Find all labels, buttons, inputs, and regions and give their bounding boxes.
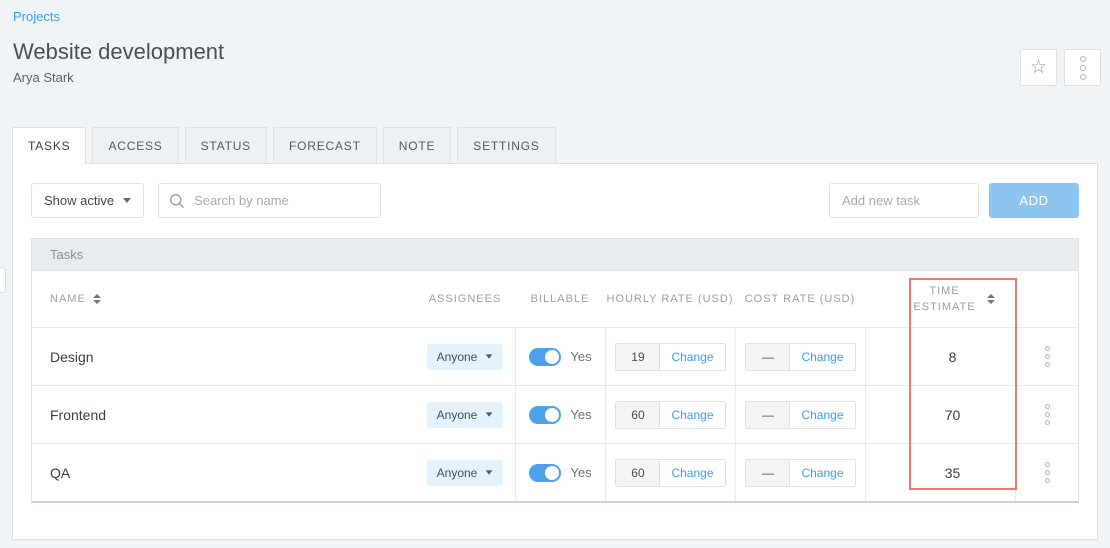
kebab-icon xyxy=(1080,56,1086,80)
row-menu-button[interactable] xyxy=(1015,444,1078,501)
column-header-assignees: ASSIGNEES xyxy=(415,271,515,327)
search-icon xyxy=(169,193,185,209)
tab-bar: TASKS ACCESS STATUS FORECAST NOTE SETTIN… xyxy=(12,127,1110,163)
hourly-rate-cell: 60 Change xyxy=(605,444,735,501)
billable-cell: Yes xyxy=(515,444,605,501)
cost-rate-value[interactable]: — xyxy=(746,344,790,370)
row-menu-button[interactable] xyxy=(1015,386,1078,443)
table-group-header: Tasks xyxy=(32,239,1078,271)
breadcrumb-projects-link[interactable]: Projects xyxy=(13,9,60,24)
cost-rate-cell: — Change xyxy=(735,328,865,385)
task-name: Frontend xyxy=(32,386,415,443)
hourly-rate-value[interactable]: 19 xyxy=(616,344,660,370)
task-name: Design xyxy=(32,328,415,385)
cost-rate-cell: — Change xyxy=(735,444,865,501)
add-task-input[interactable] xyxy=(829,183,979,218)
time-estimate-value: 70 xyxy=(865,386,1015,443)
project-menu-button[interactable] xyxy=(1064,49,1101,86)
cost-rate-change-button[interactable]: Change xyxy=(790,344,854,370)
column-header-hourly-rate: HOURLY RATE (USD) xyxy=(605,271,735,327)
header-actions: ☆ xyxy=(1020,49,1101,86)
time-estimate-value: 35 xyxy=(865,444,1015,501)
billable-label: Yes xyxy=(570,407,591,422)
show-active-dropdown[interactable]: Show active xyxy=(31,183,144,218)
billable-toggle[interactable] xyxy=(529,406,561,424)
billable-cell: Yes xyxy=(515,328,605,385)
favorite-button[interactable]: ☆ xyxy=(1020,49,1057,86)
kebab-icon xyxy=(1045,404,1050,425)
cost-rate-value[interactable]: — xyxy=(746,460,790,486)
column-header-cost-rate: COST RATE (USD) xyxy=(735,271,865,327)
tab-tasks[interactable]: TASKS xyxy=(12,127,86,164)
table-row: QA Anyone Yes 60 Change — Ch xyxy=(32,443,1078,501)
hourly-rate-cell: 60 Change xyxy=(605,386,735,443)
kebab-icon xyxy=(1045,462,1050,483)
time-estimate-value: 8 xyxy=(865,328,1015,385)
kebab-icon xyxy=(1045,346,1050,367)
billable-toggle[interactable] xyxy=(529,464,561,482)
billable-cell: Yes xyxy=(515,386,605,443)
chevron-down-icon xyxy=(486,354,493,358)
show-active-label: Show active xyxy=(44,193,114,208)
sort-icon xyxy=(93,294,101,304)
project-owner: Arya Stark xyxy=(13,70,1110,85)
tab-note[interactable]: NOTE xyxy=(383,127,452,163)
assignees-cell: Anyone xyxy=(415,328,515,385)
assignees-cell: Anyone xyxy=(415,444,515,501)
table-header-row: NAME ASSIGNEES BILLABLE HOURLY RATE (USD… xyxy=(32,271,1078,327)
assignee-dropdown[interactable]: Anyone xyxy=(427,344,504,370)
billable-label: Yes xyxy=(570,349,591,364)
task-name: QA xyxy=(32,444,415,501)
cost-rate-cell: — Change xyxy=(735,386,865,443)
billable-toggle[interactable] xyxy=(529,348,561,366)
tab-status[interactable]: STATUS xyxy=(185,127,267,163)
table-row: Frontend Anyone Yes 60 Change — xyxy=(32,385,1078,443)
chevron-down-icon xyxy=(486,470,493,474)
edge-notch xyxy=(0,267,6,293)
table-row: Design Anyone Yes 19 Change — xyxy=(32,327,1078,385)
hourly-rate-cell: 19 Change xyxy=(605,328,735,385)
assignee-dropdown[interactable]: Anyone xyxy=(427,460,504,486)
add-task-button[interactable]: ADD xyxy=(989,183,1079,218)
page-title: Website development xyxy=(13,39,1110,65)
cost-rate-change-button[interactable]: Change xyxy=(790,460,854,486)
hourly-rate-value[interactable]: 60 xyxy=(616,460,660,486)
row-menu-button[interactable] xyxy=(1015,328,1078,385)
hourly-rate-change-button[interactable]: Change xyxy=(660,402,724,428)
search-box xyxy=(158,183,381,218)
tab-access[interactable]: ACCESS xyxy=(92,127,178,163)
column-header-billable: BILLABLE xyxy=(515,271,605,327)
sort-icon xyxy=(987,294,995,304)
hourly-rate-value[interactable]: 60 xyxy=(616,402,660,428)
tab-settings[interactable]: SETTINGS xyxy=(457,127,555,163)
hourly-rate-change-button[interactable]: Change xyxy=(660,460,724,486)
chevron-down-icon xyxy=(123,198,131,203)
column-header-time-estimate[interactable]: TIME ESTIMATE xyxy=(865,271,1015,327)
tab-forecast[interactable]: FORECAST xyxy=(273,127,377,163)
cost-rate-value[interactable]: — xyxy=(746,402,790,428)
chevron-down-icon xyxy=(486,412,493,416)
star-icon: ☆ xyxy=(1030,58,1047,77)
tasks-table: Tasks NAME ASSIGNEES BILLABLE HOURLY RAT… xyxy=(31,238,1079,503)
column-header-actions xyxy=(1015,271,1078,327)
tasks-panel: Show active ADD Tasks NAME ASSIGNEES BIL… xyxy=(12,163,1098,540)
assignees-cell: Anyone xyxy=(415,386,515,443)
billable-label: Yes xyxy=(570,465,591,480)
cost-rate-change-button[interactable]: Change xyxy=(790,402,854,428)
assignee-dropdown[interactable]: Anyone xyxy=(427,402,504,428)
toolbar-right: ADD xyxy=(829,183,1079,218)
column-header-name[interactable]: NAME xyxy=(32,271,415,327)
search-input[interactable] xyxy=(194,193,370,208)
hourly-rate-change-button[interactable]: Change xyxy=(660,344,724,370)
tasks-toolbar: Show active ADD xyxy=(31,183,1079,218)
